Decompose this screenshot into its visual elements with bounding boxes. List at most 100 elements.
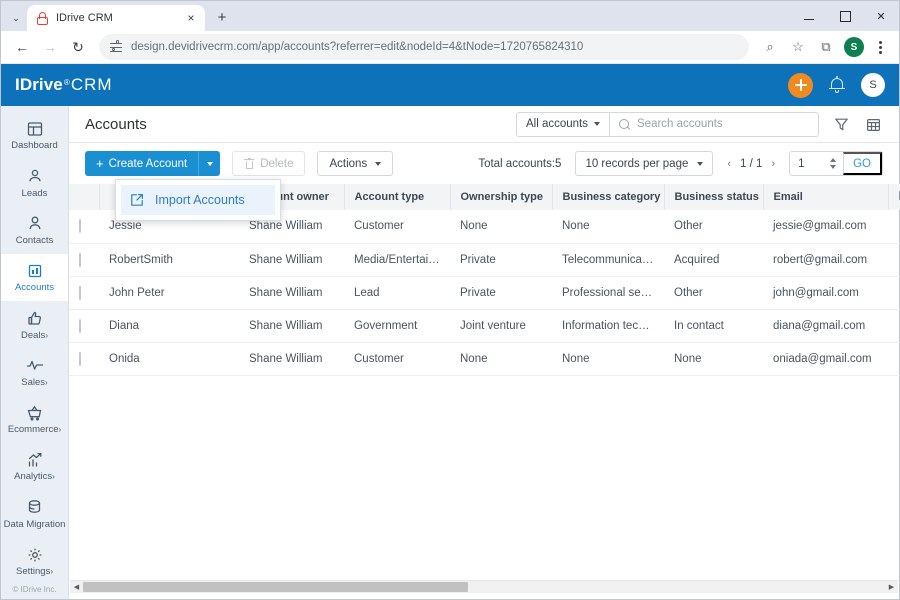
total-accounts: Total accounts:5 [478,158,561,170]
prev-page-button[interactable]: ‹ [727,158,731,170]
row-checkbox[interactable] [79,319,81,333]
quick-add-button[interactable] [788,73,813,98]
sidebar-item-label: Ecommerce› [8,425,61,435]
cell-account-type: Customer [344,210,450,243]
page-header-actions: All accounts [516,112,883,137]
zoom-icon[interactable]: ⌕ [757,34,783,60]
col-account-type[interactable]: Account type [344,184,450,210]
minimize-window-button[interactable] [791,1,827,31]
actions-toolbar: + Create Account Delete Actions [69,143,899,184]
go-button[interactable]: GO [843,152,882,175]
account-scope-select[interactable]: All accounts [517,113,610,136]
sidebar-item-leads[interactable]: Leads [1,159,68,206]
row-checkbox-cell[interactable] [69,243,99,276]
row-checkbox[interactable] [79,286,81,300]
records-per-page-select[interactable]: 10 records per page [575,151,713,176]
row-checkbox-cell[interactable] [69,210,99,243]
cell-account-owner: Shane William [239,342,344,375]
sidebar-item-dashboard[interactable]: Dashboard [1,112,68,159]
trash-icon [244,158,254,169]
calendar-icon[interactable] [863,114,883,134]
browser-profile-avatar[interactable]: S [844,37,864,57]
browser-tab[interactable]: IDrive CRM × [27,5,205,31]
row-checkbox[interactable] [79,219,81,233]
scrollbar-track[interactable] [83,581,885,594]
sidebar-item-contacts[interactable]: Contacts [1,207,68,254]
reload-button[interactable]: ↻ [65,34,91,60]
scrollbar-thumb[interactable] [83,582,468,592]
browser-tabstrip: ⌄ IDrive CRM × + ✕ [1,1,899,31]
close-tab-icon[interactable]: × [183,10,199,26]
table-row[interactable]: RobertSmith Shane William Media/Entertai… [69,243,900,276]
sidebar-item-data-migration[interactable]: Data Migration [1,490,68,537]
dashboard-icon [27,120,43,137]
actions-button[interactable]: Actions [317,151,393,176]
create-account-dropdown-menu: Import Accounts [115,179,281,221]
col-business-status[interactable]: Business status [664,184,763,210]
cell-account-name[interactable]: Onida [99,342,239,375]
col-select-all[interactable] [69,184,99,210]
address-bar-url: design.devidrivecrm.com/app/accounts?ref… [131,41,583,53]
close-window-button[interactable]: ✕ [863,1,899,31]
stepper-up-icon [830,158,836,162]
create-account-dropdown-toggle[interactable] [198,151,220,176]
cell-ownership-type: Private [450,243,552,276]
cell-business-status: In contact [664,309,763,342]
app-logo[interactable]: IDrive ® CRM [15,75,113,95]
app-header-actions: S [788,73,885,98]
cell-ownership-type: None [450,210,552,243]
col-email[interactable]: Email [763,184,888,210]
address-bar[interactable]: design.devidrivecrm.com/app/accounts?ref… [99,34,749,60]
table-row[interactable]: Diana Shane William Government Joint ven… [69,309,900,342]
sidebar-item-deals[interactable]: Deals› [1,301,68,348]
cell-account-name[interactable]: John Peter [99,276,239,309]
new-tab-button[interactable]: + [209,4,235,30]
row-checkbox[interactable] [79,352,81,366]
user-avatar[interactable]: S [861,73,885,97]
records-per-page-label: 10 records per page [585,158,688,170]
cell-account-owner: Shane William [239,243,344,276]
row-checkbox[interactable] [79,253,81,267]
cell-account-name[interactable]: Diana [99,309,239,342]
maximize-window-button[interactable] [827,1,863,31]
extensions-icon[interactable]: ⧉ [813,34,839,60]
sidebar-item-settings[interactable]: Settings› [1,538,68,585]
cell-business-status: None [664,342,763,375]
horizontal-scrollbar[interactable]: ◀ ▶ [70,580,898,593]
create-account-button[interactable]: + Create Account [85,151,198,176]
pagination-controls: Total accounts:5 10 records per page ‹ 1… [478,151,883,176]
bookmark-star-icon[interactable]: ☆ [785,34,811,60]
accounts-table-zone: Account owner Account type Ownership typ… [69,184,899,580]
table-row[interactable]: Onida Shane William Customer None None N… [69,342,900,375]
row-checkbox-cell[interactable] [69,342,99,375]
filter-funnel-icon[interactable] [831,114,851,134]
create-account-label: Create Account [109,158,188,170]
sidebar-item-accounts[interactable]: Accounts [1,254,68,301]
back-button[interactable]: ← [9,34,35,60]
table-row[interactable]: John Peter Shane William Lead Private Pr… [69,276,900,309]
col-ownership-type[interactable]: Ownership type [450,184,552,210]
browser-menu-icon[interactable] [869,34,891,60]
row-checkbox-cell[interactable] [69,309,99,342]
cell-email: diana@gmail.com [763,309,888,342]
sidebar-item-analytics[interactable]: Analytics› [1,443,68,490]
page-stepper[interactable] [830,158,843,169]
next-page-button[interactable]: › [771,158,775,170]
sidebar-item-ecommerce[interactable]: Ecommerce› [1,396,68,443]
cell-account-owner: Shane William [239,309,344,342]
scroll-right-arrow-icon[interactable]: ▶ [885,581,898,594]
col-business-category[interactable]: Business category [552,184,664,210]
sidebar-item-label: Sales› [21,378,47,388]
scroll-left-arrow-icon[interactable]: ◀ [70,581,83,594]
sidebar-item-sales[interactable]: Sales› [1,348,68,395]
row-checkbox-cell[interactable] [69,276,99,309]
col-column-settings[interactable] [888,184,900,210]
search-input[interactable] [637,118,809,130]
cell-account-name[interactable]: RobertSmith [99,243,239,276]
notifications-bell-icon[interactable] [829,77,845,94]
site-settings-icon[interactable] [109,40,123,54]
menu-item-import-accounts[interactable]: Import Accounts [121,185,275,215]
tab-search-chevron-icon[interactable]: ⌄ [5,5,27,31]
goto-page-input[interactable] [790,152,830,175]
deals-icon [27,310,43,327]
